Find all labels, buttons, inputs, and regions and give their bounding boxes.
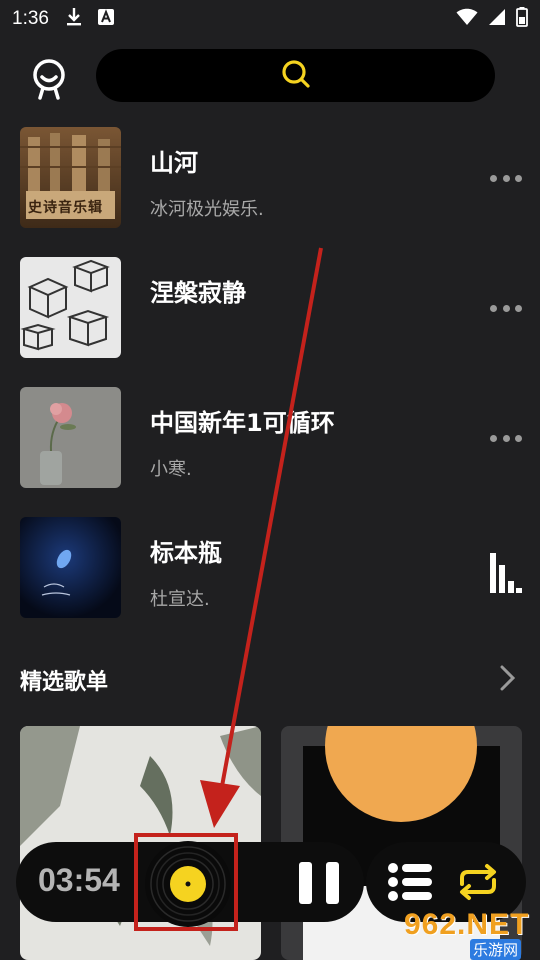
search-bar[interactable] xyxy=(96,49,495,102)
song-item[interactable]: 中国新年1可循环 小寒. xyxy=(0,387,540,491)
signal-icon xyxy=(488,8,506,30)
annotation-highlight-box xyxy=(134,833,238,931)
song-artist: 杜宣达. xyxy=(150,589,210,610)
song-artist: 小寒. xyxy=(150,459,192,480)
cover-caption: 史诗音乐辑 xyxy=(28,200,103,216)
repeat-icon[interactable] xyxy=(454,862,502,902)
status-bar: 1:36 xyxy=(0,0,540,38)
more-options-icon[interactable] xyxy=(490,432,522,444)
song-item[interactable]: 涅槃寂静 xyxy=(0,257,540,361)
album-cover xyxy=(20,257,121,358)
battery-icon xyxy=(516,7,528,31)
pause-button[interactable] xyxy=(299,862,339,904)
watermark-text: 962.NET xyxy=(404,908,530,941)
search-icon[interactable] xyxy=(281,59,311,93)
wifi-icon xyxy=(456,8,478,30)
more-options-icon[interactable] xyxy=(490,172,522,184)
playlist-icon[interactable] xyxy=(388,862,434,902)
player-time: 03:54 xyxy=(38,862,120,898)
song-item[interactable]: 史诗音乐辑 山河 冰河极光娱乐. xyxy=(0,127,540,231)
song-title: 中国新年1可循环 xyxy=(150,409,335,437)
song-title: 山河 xyxy=(150,149,198,177)
now-playing-icon xyxy=(490,553,522,593)
song-item[interactable]: 标本瓶 杜宣达. xyxy=(0,517,540,621)
download-icon xyxy=(65,7,83,31)
song-title: 标本瓶 xyxy=(150,539,222,567)
more-options-icon[interactable] xyxy=(490,302,522,314)
song-title: 涅槃寂静 xyxy=(150,279,246,307)
watermark-subtext: 乐游网 xyxy=(470,939,522,960)
album-cover xyxy=(20,387,121,488)
album-cover: 史诗音乐辑 xyxy=(20,127,121,228)
chevron-right-icon[interactable] xyxy=(497,664,519,692)
watermark-logo: 962.NET 乐游网 xyxy=(398,906,536,960)
a-notification-icon xyxy=(97,8,115,30)
album-cover xyxy=(20,517,121,618)
top-bar xyxy=(0,48,540,104)
song-artist: 冰河极光娱乐. xyxy=(150,199,264,220)
status-time: 1:36 xyxy=(12,8,49,29)
profile-icon[interactable] xyxy=(28,56,70,100)
section-title: 精选歌单 xyxy=(20,670,109,695)
